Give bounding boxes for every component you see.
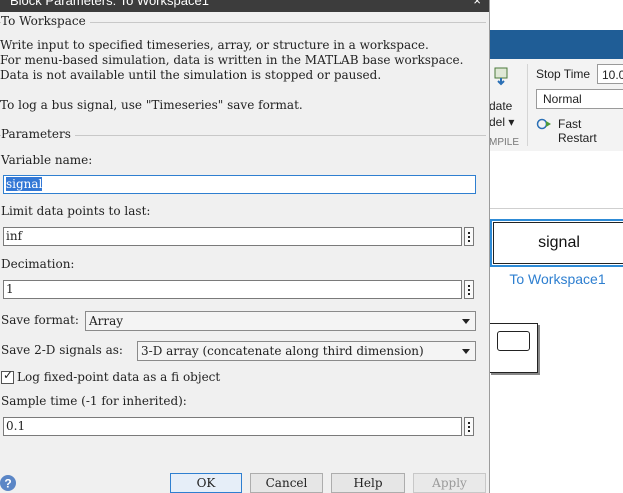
dialog-titlebar[interactable]: Block Parameters: To Workspace1 × <box>0 0 489 12</box>
fast-restart-button[interactable]: Fast Restart <box>558 117 623 145</box>
variable-name-label: Variable name: <box>1 153 93 167</box>
limit-data-points-more-icon[interactable] <box>464 227 474 246</box>
update-diagram-button[interactable]: date del ▾ <box>489 98 514 130</box>
stop-time-label: Stop Time <box>536 67 591 81</box>
chevron-down-icon <box>462 319 470 324</box>
update-diagram-icon[interactable] <box>492 66 510 88</box>
save-format-label: Save format: <box>1 313 79 327</box>
compile-section-label: MPILE <box>489 137 520 148</box>
apply-button[interactable]: Apply <box>413 473 486 493</box>
simulation-mode-dropdown[interactable]: Normal <box>536 89 623 109</box>
update-label-line2: del ▾ <box>489 115 515 129</box>
dialog-title: Block Parameters: To Workspace1 <box>10 0 209 8</box>
bus-note: To log a bus signal, use "Timeseries" sa… <box>0 98 303 112</box>
sample-time-input[interactable]: 0.1 <box>3 417 462 436</box>
check-icon: ✓ <box>3 368 14 382</box>
log-fixed-point-label[interactable]: Log fixed-point data as a fi object <box>17 370 220 384</box>
explorer-bar <box>489 151 623 179</box>
decimation-label: Decimation: <box>1 257 75 271</box>
save-2d-value: 3-D array (concatenate along third dimen… <box>141 344 424 358</box>
save-format-dropdown[interactable]: Array <box>85 311 476 331</box>
ok-button[interactable]: OK <box>170 473 242 493</box>
limit-data-points-label: Limit data points to last: <box>1 204 151 218</box>
sample-time-more-icon[interactable] <box>464 417 474 436</box>
decimation-more-icon[interactable] <box>464 280 474 299</box>
to-workspace-block[interactable]: signal <box>493 222 623 264</box>
fast-restart-icon[interactable] <box>536 118 552 130</box>
decimation-input[interactable]: 1 <box>3 280 462 299</box>
variable-name-value: signal <box>6 177 43 191</box>
ribbon-divider <box>527 64 528 146</box>
block-parameters-dialog: Block Parameters: To Workspace1 × To Wor… <box>0 0 490 493</box>
log-fixed-point-checkbox[interactable]: ✓ <box>1 368 14 384</box>
description-line-3: Data is not available until the simulati… <box>0 68 382 82</box>
sample-time-label: Sample time (-1 for inherited): <box>1 394 187 408</box>
description-line-1: Write input to specified timeseries, arr… <box>0 38 429 52</box>
address-bar <box>489 178 623 209</box>
help-icon[interactable]: ? <box>0 473 18 493</box>
help-button[interactable]: Help <box>331 473 405 493</box>
parameters-heading: Parameters <box>1 127 75 141</box>
save-2d-dropdown[interactable]: 3-D array (concatenate along third dimen… <box>137 341 476 361</box>
cancel-button[interactable]: Cancel <box>250 473 323 493</box>
limit-data-points-input[interactable]: inf <box>3 227 462 246</box>
help-icon-glyph: ? <box>4 477 11 491</box>
description-line-2: For menu-based simulation, data is writt… <box>0 53 464 67</box>
block-type-heading: To Workspace <box>1 14 90 28</box>
chevron-down-icon <box>462 349 470 354</box>
variable-name-input[interactable]: signal <box>3 175 476 194</box>
scope-block-screen <box>497 331 530 351</box>
close-icon[interactable]: × <box>473 0 481 8</box>
save-2d-label: Save 2-D signals as: <box>1 343 123 357</box>
update-label-line1: date <box>489 99 513 113</box>
save-format-value: Array <box>89 314 124 328</box>
stop-time-input[interactable]: 10.0 <box>597 64 623 84</box>
ribbon-tab-bar <box>489 30 623 59</box>
block-name-label[interactable]: To Workspace1 <box>490 271 623 287</box>
